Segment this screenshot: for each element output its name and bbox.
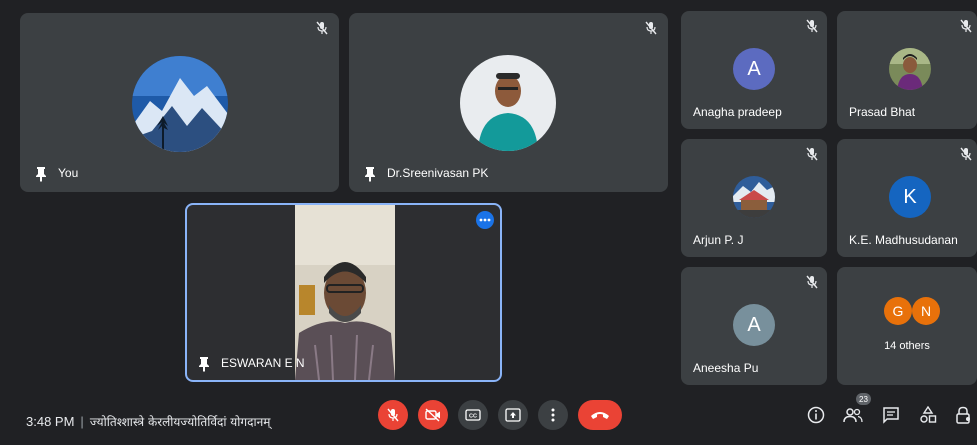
mic-off-icon — [316, 21, 328, 35]
closed-captions-icon: CC — [465, 409, 481, 421]
participant-name: ESWARAN E N — [221, 356, 305, 370]
mic-off-icon — [960, 147, 972, 161]
meeting-title: ज्योतिश्शास्त्रे केरलीयज्योतिर्विदां योग… — [89, 415, 271, 429]
participant-tile-others[interactable]: G N 14 others — [837, 267, 977, 385]
videocam-off-icon — [425, 408, 440, 422]
pin-icon[interactable] — [363, 166, 377, 182]
present-to-all-icon — [505, 408, 521, 422]
participant-name: Arjun P. J — [693, 233, 744, 247]
chat-icon — [883, 407, 899, 424]
info-icon — [807, 406, 825, 424]
participant-tile-eswaran[interactable]: ESWARAN E N — [185, 203, 502, 382]
pin-icon[interactable] — [34, 166, 48, 182]
activities-button[interactable] — [917, 404, 939, 426]
mic-off-icon — [960, 19, 972, 33]
avatar-n: N — [912, 297, 940, 325]
people-icon — [843, 408, 863, 423]
avatar — [889, 48, 931, 90]
mic-off-icon — [645, 21, 657, 35]
more-horiz-icon — [479, 218, 491, 222]
participant-tile-sreenivasan[interactable]: Dr.Sreenivasan PK — [349, 13, 668, 192]
more-options-button[interactable] — [476, 211, 494, 229]
mic-off-icon — [806, 275, 818, 289]
avatar — [460, 55, 556, 151]
participant-name: You — [58, 166, 79, 180]
people-button[interactable] — [842, 404, 864, 426]
captions-button[interactable]: CC — [458, 400, 488, 430]
more-vert-icon — [551, 408, 555, 422]
camera-toggle-button[interactable] — [418, 400, 448, 430]
avatar — [132, 56, 228, 152]
participant-tile-arjun[interactable]: Arjun P. J — [681, 139, 827, 257]
separator: | — [80, 414, 84, 429]
avatar: K — [889, 176, 931, 218]
others-count: 14 others — [884, 340, 930, 352]
participant-name: K.E. Madhusudanan — [849, 233, 958, 247]
pin-icon[interactable] — [197, 356, 211, 372]
leave-call-button[interactable] — [578, 400, 622, 430]
participant-tile-madhusudanan[interactable]: K K.E. Madhusudanan — [837, 139, 977, 257]
meeting-info: 3:48 PM | ज्योतिश्शास्त्रे केरलीयज्योतिर्व… — [26, 413, 270, 430]
lock-person-icon — [956, 406, 970, 424]
present-screen-button[interactable] — [498, 400, 528, 430]
participant-name: Dr.Sreenivasan PK — [387, 166, 489, 180]
call-end-icon — [591, 412, 609, 419]
meeting-details-button[interactable] — [805, 404, 827, 426]
participant-tile-prasad[interactable]: Prasad Bhat — [837, 11, 977, 129]
svg-text:CC: CC — [469, 414, 477, 420]
mic-toggle-button[interactable] — [378, 400, 408, 430]
mic-off-icon — [387, 408, 399, 422]
more-options-button[interactable] — [538, 400, 568, 430]
mic-off-icon — [806, 19, 818, 33]
mic-off-icon — [806, 147, 818, 161]
avatar — [733, 176, 775, 218]
participant-tile-anagha[interactable]: A Anagha pradeep — [681, 11, 827, 129]
participant-tile-you[interactable]: You — [20, 13, 339, 192]
participant-count-badge: 23 — [856, 393, 871, 405]
participant-name: Prasad Bhat — [849, 105, 916, 119]
clock-time: 3:48 PM — [26, 414, 75, 429]
video-feed — [295, 205, 395, 380]
avatar-g: G — [884, 297, 912, 325]
avatar: A — [733, 304, 775, 346]
chat-button[interactable] — [880, 404, 902, 426]
avatar: A — [733, 48, 775, 90]
participant-name: Aneesha Pu — [693, 361, 759, 375]
participant-tile-aneesha[interactable]: A Aneesha Pu — [681, 267, 827, 385]
host-controls-button[interactable] — [953, 404, 975, 426]
participant-name: Anagha pradeep — [693, 105, 782, 119]
activities-shapes-icon — [920, 406, 937, 423]
